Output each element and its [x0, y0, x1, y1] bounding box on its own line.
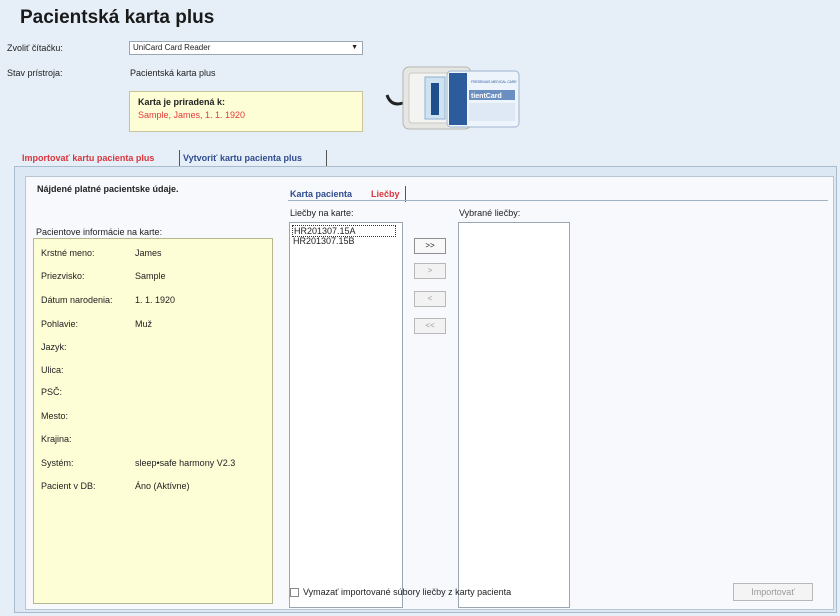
patient-value: 1. 1. 1920: [135, 295, 176, 305]
patient-key: Mesto:: [41, 411, 69, 421]
card-reader-image: FRESENIUS MEDICAL CARE tientCard: [385, 66, 520, 130]
list-item[interactable]: HR201307.15B: [292, 236, 356, 246]
patient-key: Krstné meno:: [41, 248, 95, 258]
assigned-box: Karta je priradená k: Sample, James, 1. …: [129, 91, 363, 132]
move-left-button[interactable]: <: [414, 291, 446, 307]
found-text: Nájdené platné pacientske údaje.: [37, 184, 179, 194]
patient-key: Priezvisko:: [41, 271, 85, 281]
device-card-text: tientCard: [471, 93, 502, 100]
patient-value: James: [135, 248, 162, 258]
tab-divider: [179, 150, 180, 166]
available-therapies-list[interactable]: HR201307.15A HR201307.15B: [289, 222, 403, 608]
tab-create-card[interactable]: Vytvoriť kartu pacienta plus: [183, 153, 302, 163]
tab-divider: [326, 150, 327, 166]
subtab-underline: [288, 200, 828, 201]
patient-value: Muž: [135, 319, 153, 329]
move-all-right-button[interactable]: >>: [414, 238, 446, 254]
patient-info-box: Krstné meno: James Priezvisko: Sample Dátu…: [33, 238, 273, 604]
move-right-button[interactable]: >: [414, 263, 446, 279]
selected-therapies-label: Vybrané liečby:: [459, 208, 521, 218]
patient-key: Jazyk:: [41, 342, 67, 352]
patient-key: Ulica:: [41, 365, 64, 375]
assigned-value: Sample, James, 1. 1. 1920: [138, 110, 246, 120]
patient-value: sleep•safe harmony V2.3: [135, 458, 236, 468]
available-therapies-label: Liečby na karte:: [290, 208, 354, 218]
selected-therapies-list[interactable]: [458, 222, 570, 608]
move-all-left-button[interactable]: <<: [414, 318, 446, 334]
subtab-patient-card[interactable]: Karta pacienta: [290, 189, 352, 199]
device-state-value: Pacientská karta plus: [130, 68, 216, 78]
reader-select[interactable]: UniCard Card Reader ▼: [129, 41, 363, 55]
patient-key: Pohlavie:: [41, 319, 79, 329]
patient-value: Áno (Aktívne): [135, 481, 190, 491]
page-title: Pacientská karta plus: [20, 7, 215, 28]
patient-key: Pacient v DB:: [41, 481, 96, 491]
chevron-down-icon: ▼: [351, 44, 358, 51]
patient-key: Krajina:: [41, 434, 72, 444]
reader-select-value: UniCard Card Reader: [133, 43, 211, 52]
device-state-label: Stav prístroja:: [7, 68, 63, 78]
subtab-therapies[interactable]: Liečby: [371, 189, 400, 199]
device-brand: FRESENIUS MEDICAL CARE: [471, 80, 517, 84]
patient-value: Sample: [135, 271, 166, 281]
patient-key: Dátum narodenia:: [41, 295, 113, 305]
delete-files-checkbox[interactable]: [290, 588, 299, 597]
assigned-title: Karta je priradená k:: [138, 97, 226, 107]
patient-key: PSČ:: [41, 387, 63, 397]
patient-info-label: Pacientove informácie na karte:: [36, 227, 163, 237]
delete-files-label: Vymazať importované súbory liečby z kart…: [303, 587, 512, 597]
tab-import-card[interactable]: Importovať kartu pacienta plus: [22, 153, 154, 163]
patient-key: Systém:: [41, 458, 74, 468]
import-button[interactable]: Importovať: [733, 583, 813, 601]
reader-label: Zvoliť čítačku:: [7, 43, 63, 53]
